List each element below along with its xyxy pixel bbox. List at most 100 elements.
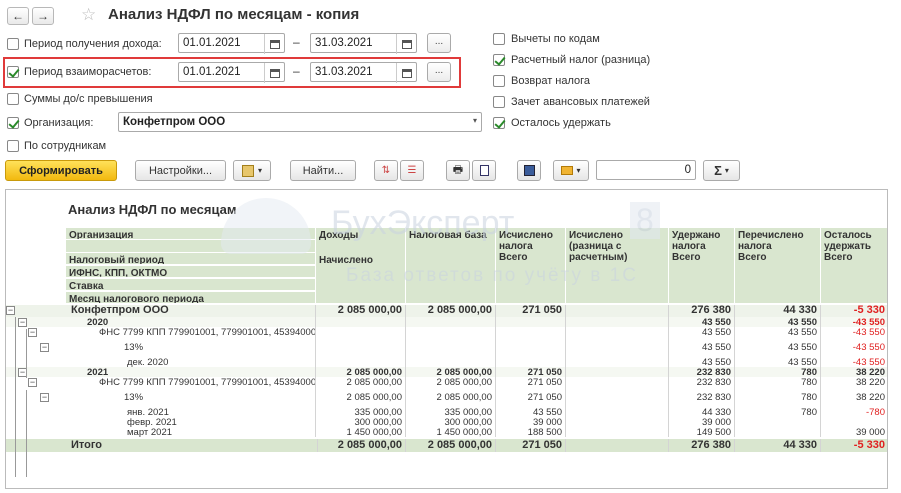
- cell-calc: 39 000: [496, 417, 566, 427]
- collapse-group-icon[interactable]: −: [40, 393, 49, 402]
- chevron-down-icon: ▾: [257, 166, 262, 175]
- send-email-button[interactable]: ▾: [553, 160, 589, 181]
- calendar-icon[interactable]: [264, 34, 284, 54]
- cell-base: 2 085 000,00: [406, 305, 496, 317]
- arrow-right-icon: →: [37, 9, 49, 23]
- option-calc-tax-label: Расчетный налог (разница): [511, 54, 651, 66]
- cell-left: -780: [821, 407, 887, 417]
- back-button[interactable]: ←: [7, 7, 29, 25]
- organization-select[interactable]: Конфетпром ООО ▾: [118, 112, 482, 132]
- cell-base: [406, 357, 496, 367]
- table-row[interactable]: 13% 2 085 000,00 2 085 000,00 271 050 232 83…: [6, 392, 887, 407]
- calendar-icon[interactable]: [264, 63, 284, 83]
- cell-income: 335 000,00: [316, 407, 406, 417]
- by-employees-checkbox[interactable]: [7, 140, 19, 152]
- report-spreadsheet[interactable]: Анализ НДФЛ по месяцам Организация Налог…: [5, 189, 888, 489]
- collapse-group-icon[interactable]: −: [28, 378, 37, 387]
- settings-button[interactable]: Настройки...: [135, 160, 226, 181]
- sums-exceeding-label: Суммы до/с превышения: [24, 93, 153, 105]
- find-button[interactable]: Найти...: [290, 160, 356, 181]
- table-row[interactable]: янв. 2021 335 000,00 335 000,00 43 550 44 33…: [6, 407, 887, 417]
- cell-diff: [566, 342, 669, 357]
- cell-withheld: 44 330: [669, 407, 735, 417]
- cell-name: дек. 2020: [124, 357, 316, 367]
- cell-income: 2 085 000,00: [316, 392, 406, 407]
- sort-ascending-button[interactable]: ☰: [400, 160, 424, 181]
- table-row[interactable]: 13% 43 550 43 550 -43 550: [6, 342, 887, 357]
- save-button[interactable]: [517, 160, 541, 181]
- variants-dropdown-button[interactable]: ▾: [233, 160, 271, 181]
- option-calc-tax-checkbox[interactable]: [493, 54, 505, 66]
- calendar-icon[interactable]: [396, 34, 416, 54]
- calendar-icon[interactable]: [396, 63, 416, 83]
- collapse-group-icon[interactable]: −: [18, 318, 27, 327]
- collapse-group-icon[interactable]: −: [6, 306, 15, 315]
- print-button[interactable]: 🖶: [446, 160, 470, 181]
- cell-withheld: 276 380: [669, 305, 735, 317]
- settlement-period-from-field[interactable]: 01.01.2021: [178, 62, 285, 83]
- preview-button[interactable]: [472, 160, 496, 181]
- cell-left: -43 550: [821, 327, 887, 342]
- settlement-period-to-field[interactable]: 31.03.2021: [310, 62, 417, 83]
- income-period-to-field[interactable]: 31.03.2021: [310, 33, 417, 54]
- cell-name: янв. 2021: [124, 407, 316, 417]
- sums-exceeding-checkbox[interactable]: [7, 93, 19, 105]
- chevron-down-icon[interactable]: ▾: [473, 116, 477, 125]
- preview-icon: [479, 165, 489, 176]
- total-row[interactable]: Итого 2 085 000,00 2 085 000,00 271 050 276 …: [6, 439, 887, 452]
- sort-descending-button[interactable]: ⇅: [374, 160, 398, 181]
- cell-diff: [566, 317, 669, 327]
- income-period-select-button[interactable]: ...: [427, 33, 451, 53]
- cell-diff: [566, 407, 669, 417]
- table-row[interactable]: Конфетпром ООО 2 085 000,00 2 085 000,00 27…: [6, 305, 887, 317]
- option-advance-label: Зачет авансовых платежей: [511, 96, 650, 108]
- table-row[interactable]: ФНС 7799 КПП 779901001, 779901001, 45394…: [6, 327, 887, 342]
- collapse-group-icon[interactable]: −: [40, 343, 49, 352]
- income-period-from-field[interactable]: 01.01.2021: [178, 33, 285, 54]
- organization-checkbox[interactable]: [7, 117, 19, 129]
- sort-icon: ⇅: [381, 165, 391, 176]
- table-row[interactable]: 2020 43 550 43 550 -43 550: [6, 317, 887, 327]
- report-title: Анализ НДФЛ по месяцам: [68, 202, 237, 217]
- favorite-star-icon[interactable]: ☆: [81, 5, 96, 25]
- income-period-checkbox[interactable]: [7, 38, 19, 50]
- header-spacer: [66, 240, 316, 253]
- cell-calc: [496, 357, 566, 367]
- option-left-to-withhold-checkbox[interactable]: [493, 117, 505, 129]
- cell-transferred: 780: [735, 367, 821, 377]
- cell-income: 2 085 000,00: [316, 367, 406, 377]
- cell-calc: [496, 317, 566, 327]
- total-cell-diff: [566, 439, 669, 452]
- settlement-period-select-button[interactable]: ...: [427, 62, 451, 82]
- cell-left: -43 550: [821, 317, 887, 327]
- cell-calc: 271 050: [496, 305, 566, 317]
- option-deductions-checkbox[interactable]: [493, 33, 505, 45]
- cell-income: [316, 317, 406, 327]
- table-row[interactable]: 2021 2 085 000,00 2 085 000,00 271 050 232 8…: [6, 367, 887, 377]
- table-row[interactable]: ФНС 7799 КПП 779901001, 779901001, 45394…: [6, 377, 887, 392]
- table-row[interactable]: март 2021 1 450 000,00 1 450 000,00 188 500…: [6, 427, 887, 437]
- cell-transferred: [735, 427, 821, 437]
- generate-button[interactable]: Сформировать: [5, 160, 117, 181]
- organization-label: Организация:: [24, 117, 94, 129]
- cell-name: 13%: [121, 342, 316, 357]
- header-income: Доходы Начислено: [316, 228, 406, 304]
- cell-withheld: 43 550: [669, 327, 735, 342]
- option-refund-checkbox[interactable]: [493, 75, 505, 87]
- cell-name: ФНС 7799 КПП 779901001, 779901001, 45394…: [96, 327, 316, 342]
- cell-transferred: 780: [735, 377, 821, 392]
- sum-mode-button[interactable]: Σ ▾: [703, 160, 740, 181]
- table-row[interactable]: февр. 2021 300 000,00 300 000,00 39 000 39 0…: [6, 417, 887, 427]
- sum-field[interactable]: 0: [596, 160, 696, 180]
- option-advance-checkbox[interactable]: [493, 96, 505, 108]
- table-row[interactable]: дек. 2020 43 550 43 550 -43 550: [6, 357, 887, 367]
- clipboard-icon: [241, 164, 254, 177]
- forward-button[interactable]: →: [32, 7, 54, 25]
- cell-base: 2 085 000,00: [406, 377, 496, 392]
- cell-left: 39 000: [821, 427, 887, 437]
- total-cell-base: 2 085 000,00: [406, 439, 496, 452]
- cell-transferred: 44 330: [735, 305, 821, 317]
- collapse-group-icon[interactable]: −: [28, 328, 37, 337]
- settlement-period-checkbox[interactable]: [7, 66, 19, 78]
- cell-transferred: 43 550: [735, 357, 821, 367]
